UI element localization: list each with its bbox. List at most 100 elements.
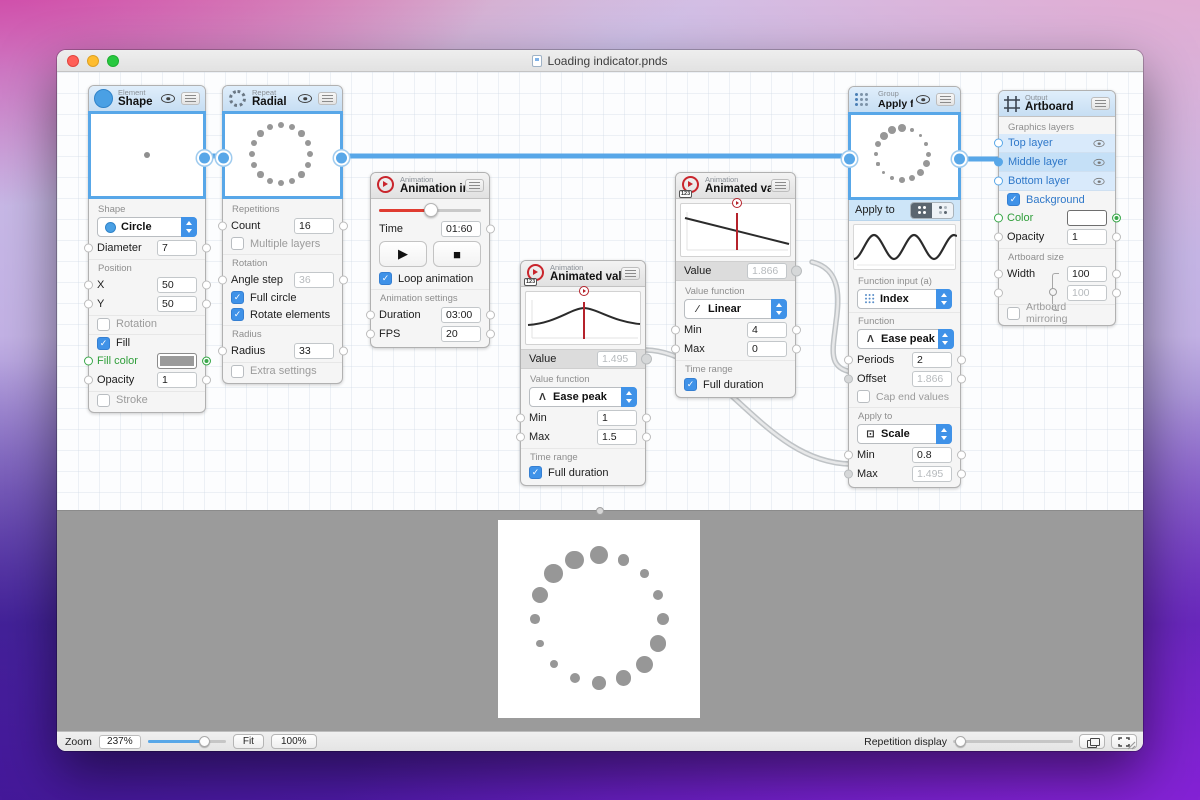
node-animated-value-header[interactable]: 123 AnimationAnimated value <box>676 173 795 199</box>
apply-all-segment[interactable] <box>911 203 932 218</box>
value-function-select[interactable]: Λ Ease peak <box>529 387 637 407</box>
output-port[interactable] <box>1112 269 1121 278</box>
radius-input[interactable]: 33 <box>294 343 334 359</box>
node-animated-value-a[interactable]: 123 AnimationAnimated value Value 1.495 … <box>520 260 646 486</box>
output-port[interactable] <box>957 469 966 478</box>
input-port[interactable] <box>366 310 375 319</box>
group-output-port[interactable] <box>952 152 967 167</box>
rotate-elements-checkbox[interactable] <box>231 308 244 321</box>
layer-row-top[interactable]: Top layer <box>999 134 1115 153</box>
title-bar[interactable]: Loading indicator.pnds <box>57 50 1143 72</box>
input-port[interactable] <box>84 280 93 289</box>
hundred-percent-button[interactable]: 100% <box>271 734 317 749</box>
value-function-select[interactable]: ∕ Linear <box>684 299 787 319</box>
node-menu-button[interactable] <box>1091 97 1110 110</box>
output-port[interactable] <box>792 325 801 334</box>
node-menu-button[interactable] <box>318 92 337 105</box>
multiple-layers-checkbox[interactable] <box>231 237 244 250</box>
layer-eye-icon[interactable] <box>1093 177 1104 184</box>
fit-button[interactable]: Fit <box>233 734 264 749</box>
input-port[interactable] <box>84 299 93 308</box>
node-radial-header[interactable]: RepeatRadial <box>223 86 342 112</box>
output-port[interactable] <box>202 243 211 252</box>
input-port[interactable] <box>671 325 680 334</box>
cap-end-values-checkbox[interactable] <box>857 390 870 403</box>
playhead-marker-icon[interactable] <box>732 198 742 208</box>
input-port[interactable] <box>218 221 227 230</box>
output-port[interactable] <box>486 224 495 233</box>
min-input[interactable]: 4 <box>747 322 787 338</box>
output-port[interactable] <box>792 344 801 353</box>
node-shape[interactable]: ElementShape Shape Circle Diameter 7 Pos… <box>88 85 206 413</box>
input-port[interactable] <box>844 450 853 459</box>
node-menu-button[interactable] <box>465 179 484 192</box>
layer-input-port-connected[interactable] <box>994 158 1003 167</box>
input-port[interactable] <box>84 375 93 384</box>
zoom-slider[interactable] <box>148 740 226 743</box>
x-input[interactable]: 50 <box>157 277 197 293</box>
radial-output-port[interactable] <box>334 151 349 166</box>
node-animated-value-b[interactable]: 123 AnimationAnimated value Value 1.866 … <box>675 172 796 398</box>
playhead-marker-icon[interactable] <box>579 286 589 296</box>
node-radial[interactable]: RepeatRadial Repetitions Count 16 Multip… <box>222 85 343 384</box>
duration-input[interactable]: 03:00 <box>441 307 481 323</box>
full-duration-checkbox[interactable] <box>684 378 697 391</box>
input-port[interactable] <box>516 413 525 422</box>
y-input[interactable]: 50 <box>157 296 197 312</box>
output-port[interactable] <box>642 432 651 441</box>
node-menu-button[interactable] <box>936 93 955 106</box>
node-artboard[interactable]: OutputArtboard Graphics layers Top layer… <box>998 90 1116 326</box>
node-shape-header[interactable]: ElementShape <box>89 86 205 112</box>
max-input[interactable]: 0 <box>747 341 787 357</box>
input-port-connected[interactable] <box>844 374 853 383</box>
repetition-windows-button[interactable] <box>1079 734 1105 749</box>
loop-animation-checkbox[interactable] <box>379 272 392 285</box>
output-port[interactable] <box>486 329 495 338</box>
apply-target-select[interactable]: ⊡ Scale <box>857 424 952 444</box>
background-checkbox[interactable] <box>1007 193 1020 206</box>
function-select[interactable]: Λ Ease peak <box>857 329 954 349</box>
time-input[interactable]: 01:60 <box>441 221 481 237</box>
input-port[interactable] <box>218 346 227 355</box>
input-port[interactable] <box>994 232 1003 241</box>
input-port[interactable] <box>994 288 1003 297</box>
repetition-slider-knob[interactable] <box>955 736 966 747</box>
output-port[interactable] <box>642 413 651 422</box>
output-port[interactable] <box>1112 288 1121 297</box>
output-port[interactable] <box>957 374 966 383</box>
layer-input-port[interactable] <box>994 139 1003 148</box>
group-input-port[interactable] <box>842 152 857 167</box>
function-input-select[interactable]: Index <box>857 289 952 309</box>
input-port[interactable] <box>844 355 853 364</box>
value-output-port[interactable] <box>791 266 802 277</box>
count-input[interactable]: 16 <box>294 218 334 234</box>
apply-individual-segment[interactable] <box>932 203 953 218</box>
input-port[interactable] <box>671 344 680 353</box>
node-artboard-header[interactable]: OutputArtboard <box>999 91 1115 117</box>
output-port[interactable] <box>339 346 348 355</box>
diameter-input[interactable]: 7 <box>157 240 197 256</box>
input-port[interactable] <box>516 432 525 441</box>
output-port[interactable] <box>202 280 211 289</box>
visibility-toggle[interactable] <box>158 92 178 105</box>
output-port[interactable] <box>1112 232 1121 241</box>
repetition-slider[interactable] <box>953 740 1073 743</box>
zoom-slider-knob[interactable] <box>199 736 210 747</box>
stroke-checkbox[interactable] <box>97 394 110 407</box>
play-button[interactable]: ▶ <box>379 241 427 267</box>
input-port[interactable] <box>366 329 375 338</box>
input-port-color[interactable] <box>84 356 93 365</box>
max-input[interactable]: 1.5 <box>597 429 637 445</box>
node-animated-value-header[interactable]: 123 AnimationAnimated value <box>521 261 645 287</box>
output-port-color[interactable] <box>202 356 211 365</box>
node-menu-button[interactable] <box>181 92 200 105</box>
fill-color-swatch[interactable] <box>157 353 197 369</box>
min-input[interactable]: 0.8 <box>912 447 952 463</box>
fill-checkbox[interactable] <box>97 337 110 350</box>
artboard-mirroring-checkbox[interactable] <box>1007 307 1020 320</box>
full-duration-checkbox[interactable] <box>529 466 542 479</box>
node-menu-button[interactable] <box>621 267 640 280</box>
rotation-checkbox[interactable] <box>97 318 110 331</box>
radial-input-port[interactable] <box>216 151 231 166</box>
output-port[interactable] <box>202 375 211 384</box>
